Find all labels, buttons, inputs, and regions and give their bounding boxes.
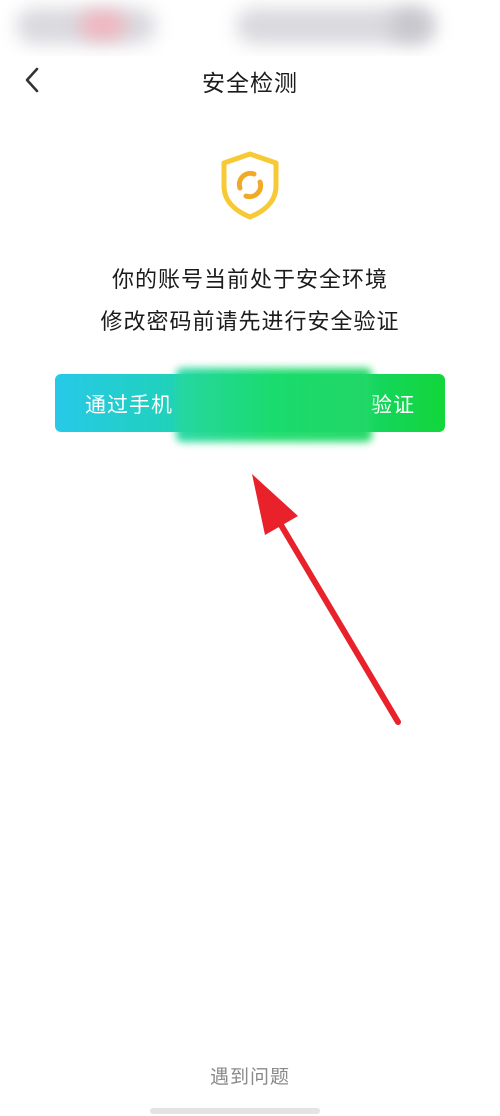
- help-link[interactable]: 遇到问题: [0, 1062, 500, 1089]
- page-title: 安全检测: [202, 71, 298, 97]
- security-check-page: 安全检测 你的账号当前处于安全环境 修改密码前请先进行安全验证 通过手机 验证 …: [0, 0, 500, 1116]
- home-indicator: [150, 1108, 320, 1114]
- status-bar-blur-accent: [80, 12, 126, 38]
- verify-button-label-right: 验证: [371, 393, 415, 417]
- verification-instruction-message: 修改密码前请先进行安全验证: [100, 310, 400, 335]
- shield-icon: [221, 151, 279, 220]
- status-bar: [0, 0, 500, 56]
- nav-bar: 安全检测: [0, 56, 500, 104]
- verify-button-label-left: 通过手机: [85, 393, 173, 417]
- redaction-blur-overlay: [176, 368, 372, 442]
- security-status-message: 你的账号当前处于安全环境: [111, 268, 388, 293]
- status-bar-blur-battery: [390, 10, 430, 40]
